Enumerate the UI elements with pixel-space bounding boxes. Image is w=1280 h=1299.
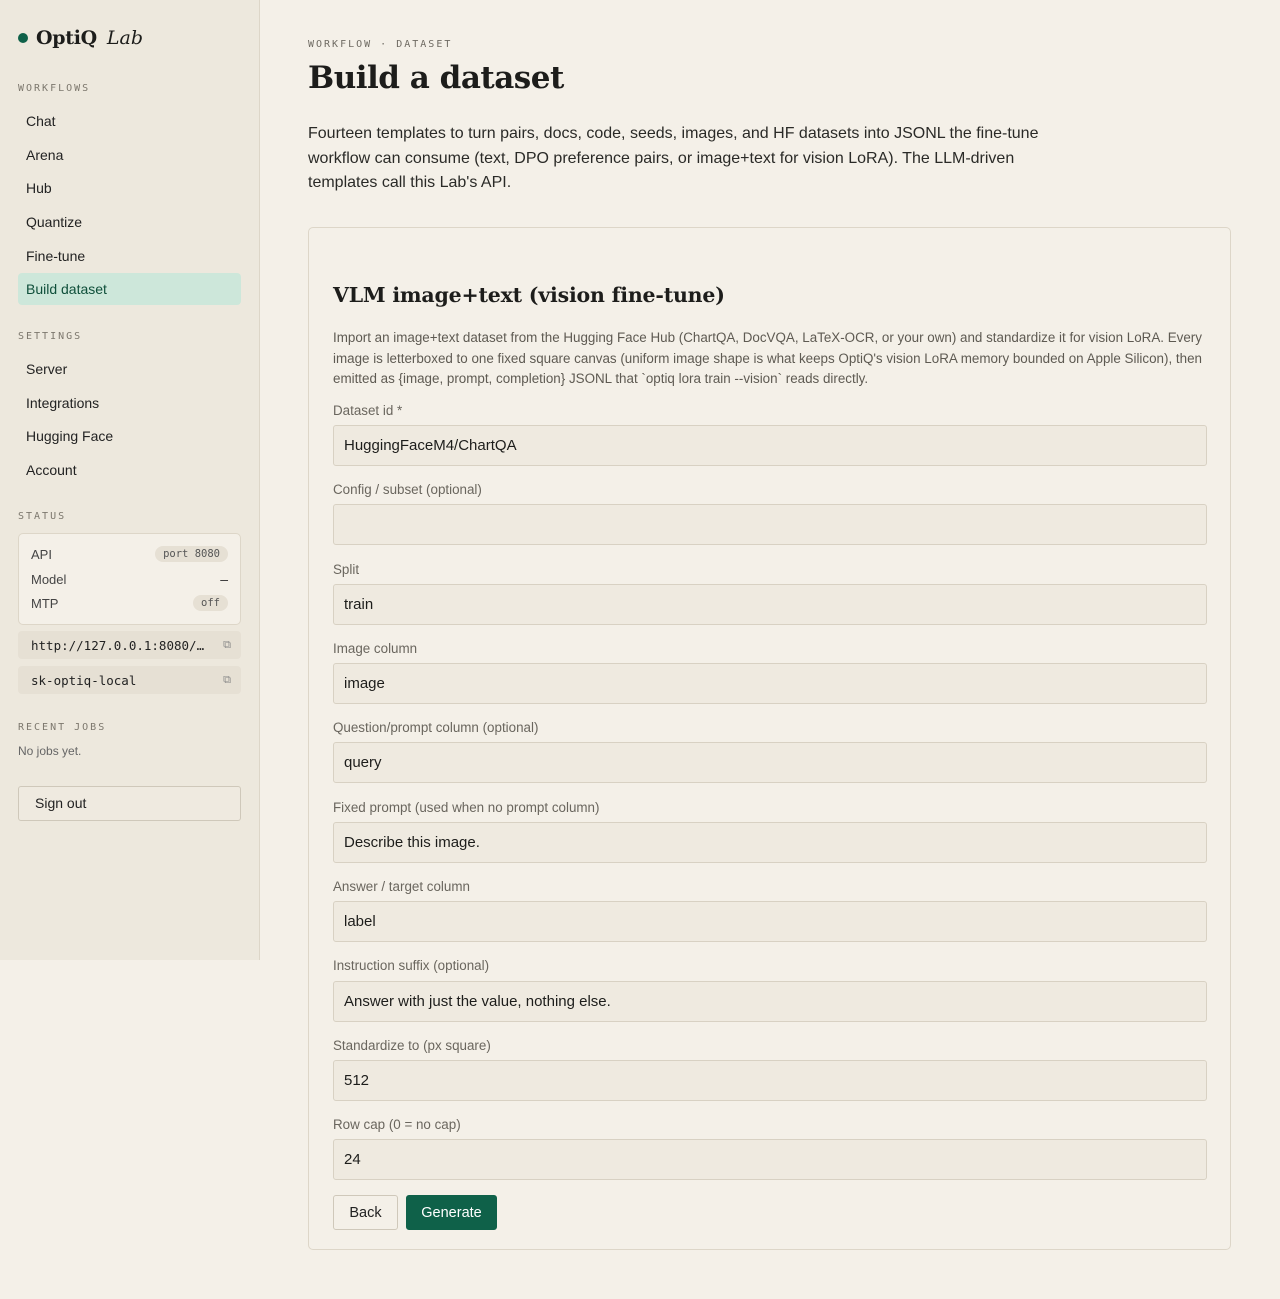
sidebar-item-account[interactable]: Account (18, 454, 241, 486)
card-title: VLM image+text (vision fine-tune) (333, 283, 725, 307)
dataset-id-label: Dataset id * (333, 403, 403, 418)
prompt-column-label: Question/prompt column (optional) (333, 720, 539, 735)
status-row-model: Model – (31, 569, 228, 589)
page-intro: Fourteen templates to turn pairs, docs, … (308, 125, 1039, 191)
status-section-label: STATUS (18, 511, 67, 522)
sidebar-item-arena[interactable]: Arena (18, 139, 241, 171)
answer-column-input[interactable] (333, 901, 1207, 942)
answer-column-label: Answer / target column (333, 879, 470, 894)
sign-out-button[interactable]: Sign out (18, 786, 241, 821)
split-label: Split (333, 562, 360, 577)
standardize-size-label: Standardize to (px square) (333, 1038, 491, 1053)
sidebar-item-server[interactable]: Server (18, 353, 241, 385)
api-key: sk-optiq-local (31, 672, 137, 688)
status-api-badge: port 8080 (155, 546, 228, 562)
instruction-suffix-input[interactable] (333, 981, 1207, 1022)
sidebar: OptiQ Lab WORKFLOWS Chat Arena Hub Quant… (0, 0, 260, 960)
brand-sub: Lab (106, 27, 143, 49)
status-row-mtp: MTP off (31, 593, 228, 613)
dataset-template-card: VLM image+text (vision fine-tune) Import… (308, 227, 1231, 1250)
status-api-label: API (31, 546, 52, 562)
brand-dot-icon (18, 33, 28, 43)
dataset-id-input[interactable] (333, 425, 1207, 466)
sidebar-item-fine-tune[interactable]: Fine-tune (18, 240, 241, 272)
image-column-label: Image column (333, 641, 418, 656)
endpoint-copy-row[interactable]: http://127.0.0.1:8080/v1 ⧉ (18, 631, 241, 659)
recent-jobs-section-label: RECENT JOBS (18, 722, 107, 733)
row-cap-input[interactable] (333, 1139, 1207, 1180)
prompt-column-input[interactable] (333, 742, 1207, 783)
settings-nav: Server Integrations Hugging Face Account (18, 353, 241, 488)
status-row-api: API port 8080 (31, 544, 228, 564)
no-jobs-text: No jobs yet. (18, 744, 82, 758)
config-subset-input[interactable] (333, 504, 1207, 545)
card-description: Import an image+text dataset from the Hu… (333, 330, 1202, 386)
page-title: Build a dataset (308, 60, 564, 96)
sidebar-item-hub[interactable]: Hub (18, 172, 241, 204)
sidebar-item-build-dataset[interactable]: Build dataset (18, 273, 241, 306)
fixed-prompt-input[interactable] (333, 822, 1207, 863)
config-subset-label: Config / subset (optional) (333, 482, 482, 497)
status-model-value: – (220, 571, 228, 587)
brand-name: OptiQ (36, 27, 97, 49)
status-mtp-badge: off (193, 595, 228, 611)
workflows-section-label: WORKFLOWS (18, 83, 91, 94)
sidebar-item-integrations[interactable]: Integrations (18, 387, 241, 419)
settings-section-label: SETTINGS (18, 331, 83, 342)
row-cap-label: Row cap (0 = no cap) (333, 1117, 461, 1132)
generate-button[interactable]: Generate (406, 1195, 497, 1230)
status-model-label: Model (31, 571, 67, 587)
workflows-nav: Chat Arena Hub Quantize Fine-tune Build … (18, 105, 241, 307)
status-panel: API port 8080 Model – MTP off (18, 533, 241, 625)
back-button[interactable]: Back (333, 1195, 398, 1230)
image-column-input[interactable] (333, 663, 1207, 704)
breadcrumb: WORKFLOW · DATASET (308, 39, 453, 50)
split-input[interactable] (333, 584, 1207, 625)
api-key-copy-row[interactable]: sk-optiq-local ⧉ (18, 666, 241, 694)
status-mtp-label: MTP (31, 595, 59, 611)
brand-logo[interactable]: OptiQ Lab (18, 27, 143, 49)
sidebar-item-hugging-face[interactable]: Hugging Face (18, 420, 241, 452)
sidebar-item-chat[interactable]: Chat (18, 105, 241, 137)
endpoint-url: http://127.0.0.1:8080/v1 (31, 637, 211, 653)
standardize-size-input[interactable] (333, 1060, 1207, 1101)
copy-icon[interactable]: ⧉ (223, 674, 231, 687)
fixed-prompt-label: Fixed prompt (used when no prompt column… (333, 800, 600, 815)
copy-icon[interactable]: ⧉ (223, 639, 231, 652)
sidebar-item-quantize[interactable]: Quantize (18, 206, 241, 238)
instruction-suffix-label: Instruction suffix (optional) (333, 958, 490, 973)
